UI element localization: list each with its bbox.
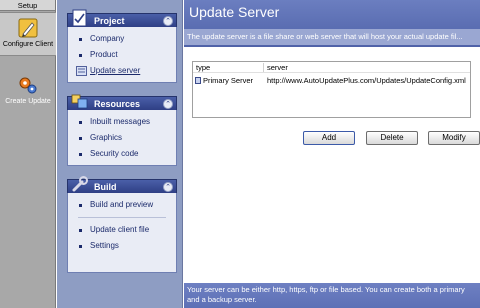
rail-item-create-update[interactable]: Create Update: [0, 70, 56, 106]
rail-header: Setup: [0, 0, 55, 11]
cell-type: Primary Server: [203, 76, 254, 85]
server-list-icon: [76, 66, 87, 76]
bullet-icon: [79, 54, 82, 57]
group-body: Inbuilt messages Graphics Security code: [67, 110, 177, 166]
group-header[interactable]: Project ⌃: [67, 9, 177, 27]
page-title: Update Server: [189, 4, 280, 20]
delete-button[interactable]: Delete: [366, 131, 418, 145]
rail-item-configure-client[interactable]: Configure Client: [0, 12, 56, 56]
modify-button[interactable]: Modify: [428, 131, 480, 145]
nav-item-label: Update client file: [90, 225, 150, 234]
nav-group-build: Build ⌃ Build and preview Update client …: [67, 176, 177, 273]
nav-item-label: Update server: [90, 66, 141, 75]
nav-item-build-and-preview[interactable]: Build and preview: [68, 197, 176, 213]
group-title: Build: [94, 182, 117, 192]
nav-item-label: Build and preview: [90, 200, 154, 209]
nav-panel: Project ⌃ Company Product Update server …: [57, 0, 183, 308]
column-header-type[interactable]: type: [196, 62, 210, 73]
divider: [78, 217, 166, 218]
footer-hint: Your server can be either http, https, f…: [184, 283, 480, 308]
add-button[interactable]: Add: [303, 131, 355, 145]
gears-icon: [17, 74, 39, 96]
nav-group-project: Project ⌃ Company Product Update server: [67, 9, 177, 83]
nav-item-label: Security code: [90, 149, 139, 158]
column-header-server[interactable]: server: [267, 62, 288, 73]
nav-item-label: Inbuilt messages: [90, 117, 151, 126]
rail-item-label: Create Update: [5, 98, 51, 105]
group-body: Build and preview Update client file Set…: [67, 193, 177, 273]
column-divider[interactable]: [263, 63, 264, 72]
table-header: type server: [193, 62, 470, 73]
group-header[interactable]: Resources ⌃: [67, 94, 177, 110]
bullet-icon: [79, 245, 82, 248]
main-panel: Update Server The update server is a fil…: [184, 0, 480, 308]
cell-server: http://www.AutoUpdatePlus.com/Updates/Up…: [267, 76, 466, 85]
bullet-icon: [79, 38, 82, 41]
nav-item-inbuilt-messages[interactable]: Inbuilt messages: [68, 114, 176, 130]
group-header[interactable]: Build ⌃: [67, 176, 177, 193]
nav-item-product[interactable]: Product: [68, 47, 176, 63]
project-document-icon: [70, 8, 90, 28]
nav-item-company[interactable]: Company: [68, 31, 176, 47]
bullet-icon: [79, 204, 82, 207]
group-body: Company Product Update server: [67, 27, 177, 83]
rail-item-label: Configure Client: [2, 41, 54, 48]
nav-item-update-client-file[interactable]: Update client file: [68, 222, 176, 238]
resources-icon: [70, 91, 90, 111]
nav-item-security-code[interactable]: Security code: [68, 146, 176, 162]
nav-item-label: Settings: [90, 241, 119, 250]
bullet-icon: [79, 229, 82, 232]
nav-item-label: Graphics: [90, 133, 123, 142]
server-icon: [195, 77, 201, 84]
collapse-icon[interactable]: ⌃: [163, 182, 173, 192]
bullet-icon: [79, 153, 82, 156]
nav-item-label: Company: [90, 34, 125, 43]
bullet-icon: [79, 121, 82, 124]
collapse-icon[interactable]: ⌃: [163, 99, 173, 109]
wrench-icon: [70, 174, 90, 194]
nav-group-resources: Resources ⌃ Inbuilt messages Graphics Se…: [67, 94, 177, 166]
bullet-icon: [79, 137, 82, 140]
group-title: Project: [94, 16, 125, 26]
nav-item-graphics[interactable]: Graphics: [68, 130, 176, 146]
left-rail: Setup Configure Client Create Update: [0, 0, 56, 308]
group-title: Resources: [94, 99, 141, 109]
pencil-wrench-icon: [17, 17, 39, 39]
nav-item-update-server[interactable]: Update server: [68, 63, 176, 79]
server-list[interactable]: type server Primary Server http://www.Au…: [192, 61, 471, 118]
page-description: The update server is a file share or web…: [184, 29, 480, 45]
nav-item-settings[interactable]: Settings: [68, 238, 176, 254]
page-header: Update Server The update server is a fil…: [184, 0, 480, 47]
collapse-icon[interactable]: ⌃: [163, 16, 173, 26]
nav-item-label: Product: [90, 50, 118, 59]
table-row[interactable]: Primary Server http://www.AutoUpdatePlus…: [193, 74, 470, 87]
